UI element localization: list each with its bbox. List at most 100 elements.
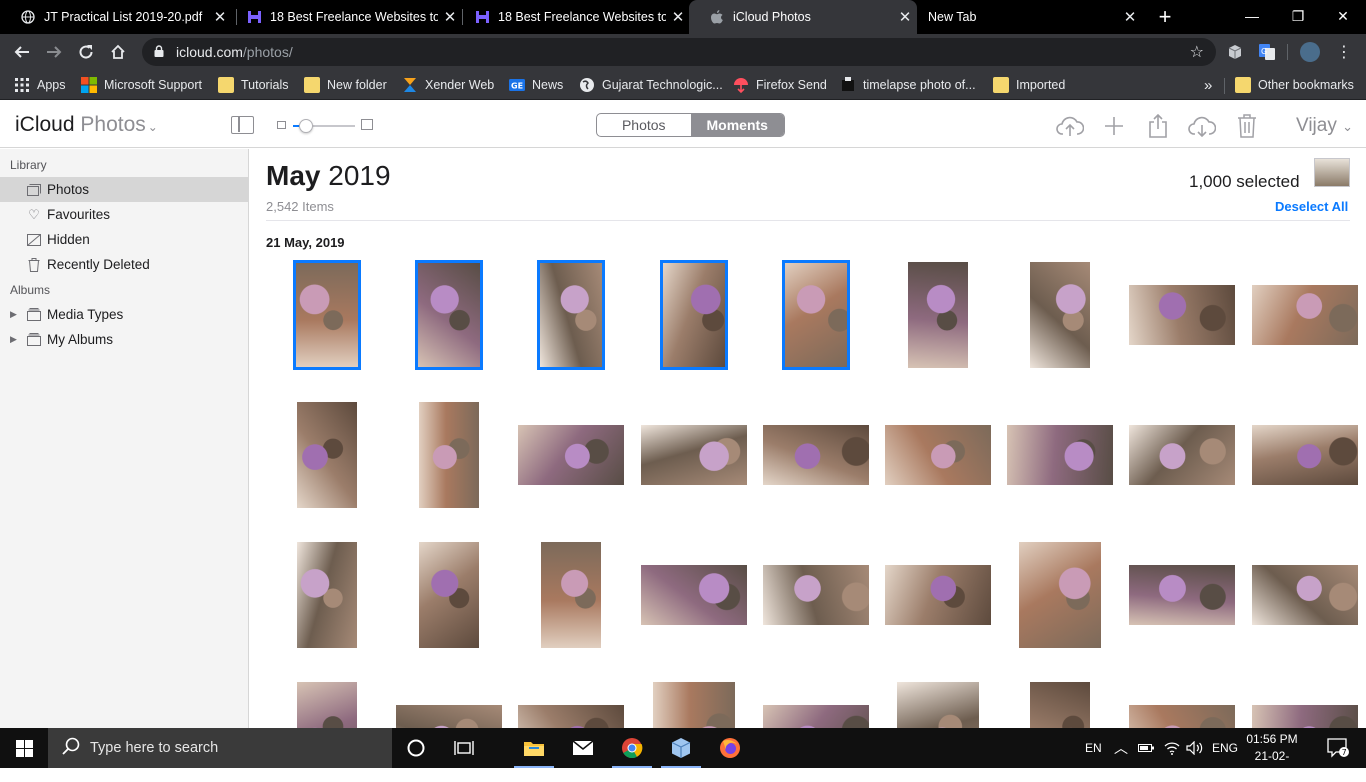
bookmark-gujarat-technological[interactable]: Gujarat Technologic... (579, 76, 723, 94)
sidebar-item-hidden[interactable]: Hidden (0, 227, 249, 252)
app-switcher[interactable]: iCloud Photos ⌄ (15, 113, 158, 137)
bookmark-imported[interactable]: Imported (993, 76, 1065, 94)
chrome-icon[interactable] (608, 728, 656, 768)
sidebar-item-photos[interactable]: Photos (0, 177, 249, 202)
photo-thumbnail[interactable] (396, 705, 502, 728)
browser-tab[interactable]: JT Practical List 2019-20.pdf ✕ (0, 0, 232, 34)
firefox-icon[interactable] (706, 728, 754, 768)
browser-tab[interactable]: New Tab ✕ (916, 0, 1142, 34)
zoom-out-icon[interactable] (277, 121, 286, 129)
photo-thumbnail[interactable] (885, 425, 991, 485)
photo-thumbnail[interactable] (1252, 705, 1358, 728)
close-tab-icon[interactable]: ✕ (1118, 8, 1142, 26)
bookmark-new-folder[interactable]: New folder (304, 76, 387, 94)
photo-thumbnail[interactable] (1007, 425, 1113, 485)
chrome-menu-icon[interactable]: ⋮ (1334, 42, 1354, 62)
photo-thumbnail[interactable] (763, 565, 869, 625)
photo-thumbnail[interactable] (782, 260, 850, 370)
restore-button[interactable]: ❐ (1275, 0, 1321, 32)
more-bookmarks-button[interactable]: » (1204, 76, 1212, 94)
sidebar-item-my-albums[interactable]: ▶ My Albums (0, 327, 249, 352)
bookmark-xender-web[interactable]: Xender Web (402, 76, 494, 94)
photo-thumbnail[interactable] (293, 260, 361, 370)
photo-thumbnail[interactable] (1129, 285, 1235, 345)
photo-thumbnail[interactable] (660, 260, 728, 370)
system-clock[interactable]: 01:56 PM 21-02-2020 (1244, 731, 1300, 782)
bookmark-timelapse[interactable]: timelapse photo of... (840, 76, 976, 94)
photo-thumbnail[interactable] (1252, 565, 1358, 625)
trash-icon[interactable] (1233, 113, 1261, 139)
sidebar-item-recently-deleted[interactable]: Recently Deleted (0, 252, 249, 277)
home-button[interactable] (104, 38, 132, 66)
user-menu[interactable]: Vijay ⌄ (1296, 115, 1353, 137)
photo-thumbnail[interactable] (1129, 705, 1235, 728)
sidebar-item-media-types[interactable]: ▶ Media Types (0, 302, 249, 327)
photo-thumbnail[interactable] (1129, 565, 1235, 625)
other-bookmarks-folder[interactable]: Other bookmarks (1235, 76, 1354, 94)
mail-icon[interactable] (559, 728, 607, 768)
browser-tab[interactable]: 18 Best Freelance Websites to ✕ (454, 0, 690, 34)
cube-app-icon[interactable] (657, 728, 705, 768)
tab-moments[interactable]: Moments (690, 114, 784, 136)
deselect-all-button[interactable]: Deselect All (1275, 199, 1348, 214)
extension-cube-icon[interactable] (1225, 42, 1245, 62)
zoom-in-icon[interactable] (361, 119, 373, 130)
photo-thumbnail[interactable] (518, 705, 624, 728)
new-tab-button[interactable]: + (1151, 3, 1179, 31)
photo-thumbnail[interactable] (297, 682, 357, 728)
tab-photos[interactable]: Photos (597, 114, 691, 136)
photo-thumbnail[interactable] (641, 425, 747, 485)
disclosure-triangle-icon[interactable]: ▶ (10, 309, 17, 320)
add-icon[interactable] (1100, 113, 1128, 139)
back-button[interactable] (8, 38, 36, 66)
photo-thumbnail[interactable] (541, 542, 601, 648)
start-button[interactable] (0, 728, 48, 768)
notifications-icon[interactable]: 7 (1314, 728, 1362, 768)
photo-thumbnail[interactable] (641, 565, 747, 625)
google-translate-icon[interactable]: G (1257, 42, 1277, 62)
battery-icon[interactable] (1138, 728, 1156, 768)
chevron-up-icon[interactable]: ︿ (1114, 728, 1128, 768)
bookmark-microsoft-support[interactable]: Microsoft Support (81, 76, 202, 94)
photo-thumbnail[interactable] (908, 262, 968, 368)
photo-thumbnail[interactable] (1252, 425, 1358, 485)
photo-thumbnail[interactable] (518, 425, 624, 485)
share-icon[interactable] (1144, 113, 1172, 139)
photo-thumbnail[interactable] (537, 260, 605, 370)
address-bar[interactable]: icloud.com/photos/ ☆ (142, 38, 1216, 66)
close-tab-icon[interactable]: ✕ (666, 8, 690, 26)
zoom-slider-knob[interactable] (299, 119, 313, 133)
photo-thumbnail[interactable] (897, 682, 979, 728)
photo-thumbnail[interactable] (1129, 425, 1235, 485)
photo-thumbnail[interactable] (1030, 682, 1090, 728)
wifi-icon[interactable] (1164, 728, 1180, 768)
photo-thumbnail[interactable] (297, 542, 357, 648)
bookmark-news[interactable]: GE News (509, 76, 563, 94)
bookmark-firefox-send[interactable]: Firefox Send (733, 76, 827, 94)
photo-thumbnail[interactable] (1252, 285, 1358, 345)
bookmark-tutorials[interactable]: Tutorials (218, 76, 288, 94)
forward-button[interactable] (40, 38, 68, 66)
file-explorer-icon[interactable] (510, 728, 558, 768)
disclosure-triangle-icon[interactable]: ▶ (10, 334, 17, 345)
sidebar-item-favourites[interactable]: ♡ Favourites (0, 202, 249, 227)
taskbar-search[interactable]: Type here to search (48, 728, 392, 768)
close-tab-icon[interactable]: ✕ (893, 8, 917, 26)
volume-icon[interactable] (1186, 728, 1204, 768)
download-icon[interactable] (1188, 113, 1216, 139)
photo-thumbnail[interactable] (653, 682, 735, 728)
bookmark-apps[interactable]: Apps (14, 76, 66, 94)
sidebar-toggle-icon[interactable] (231, 116, 254, 134)
photo-thumbnail[interactable] (1019, 542, 1101, 648)
task-view-icon[interactable] (440, 728, 488, 768)
photo-thumbnail[interactable] (297, 402, 357, 508)
input-language[interactable]: EN (1085, 728, 1102, 768)
bookmark-star-icon[interactable]: ☆ (1190, 42, 1204, 62)
minimize-button[interactable]: — (1229, 0, 1275, 32)
profile-avatar[interactable] (1300, 42, 1320, 62)
photo-thumbnail[interactable] (415, 260, 483, 370)
upload-icon[interactable] (1056, 113, 1084, 139)
photo-thumbnail[interactable] (885, 565, 991, 625)
cortana-icon[interactable] (392, 728, 440, 768)
photo-thumbnail[interactable] (419, 542, 479, 648)
